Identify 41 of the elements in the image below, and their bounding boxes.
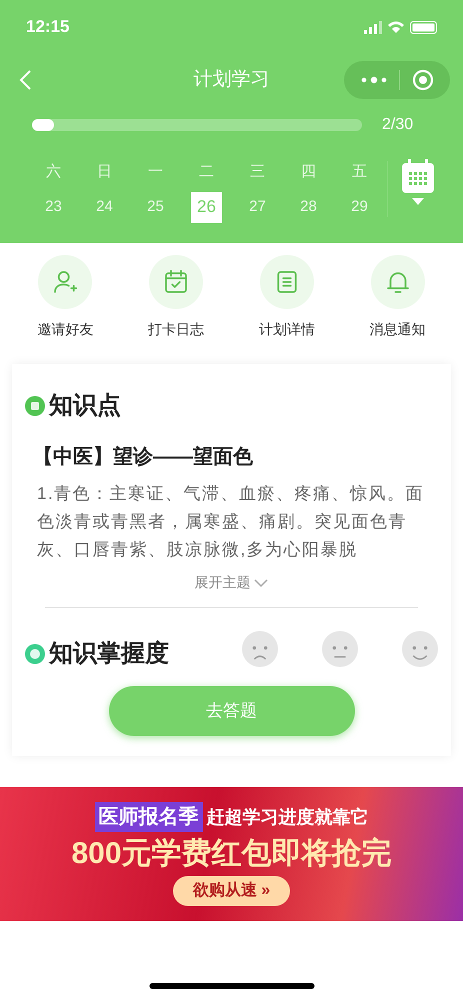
expand-link[interactable]: 展开主题 <box>194 572 268 593</box>
promo-banner[interactable]: 医师报名季 赶超学习进度就靠它 800元学费红包即将抢完 欲购从速 » <box>0 787 463 921</box>
calendar-icon[interactable] <box>400 158 436 206</box>
day-item[interactable]: 五 29 <box>334 161 385 222</box>
section-heading: 知识点 <box>49 391 121 421</box>
back-icon[interactable] <box>18 69 32 91</box>
day-item[interactable]: 二 26 <box>181 161 232 222</box>
action-label: 消息通知 <box>370 320 426 339</box>
action-label: 计划详情 <box>258 320 315 339</box>
quick-action[interactable]: 邀请好友 <box>20 255 110 340</box>
page-title: 计划学习 <box>194 68 270 92</box>
action-label: 打卡日志 <box>148 320 204 339</box>
capsule-menu[interactable] <box>344 61 450 99</box>
banner-headline: 800元学费红包即将抢完 <box>71 836 392 872</box>
more-icon[interactable] <box>361 76 387 84</box>
status-time: 12:15 <box>26 16 70 38</box>
battery-icon <box>410 20 437 34</box>
wifi-icon <box>388 21 404 33</box>
answer-button[interactable]: 去答题 <box>108 686 354 736</box>
signal-icon <box>364 20 382 34</box>
action-label: 邀请好友 <box>37 320 94 339</box>
banner-subtitle: 赶超学习进度就靠它 <box>206 806 368 828</box>
sad-face-icon[interactable] <box>242 631 278 667</box>
banner-button[interactable]: 欲购从速 » <box>172 876 290 906</box>
quick-action[interactable]: 计划详情 <box>242 255 332 340</box>
chevron-down-icon <box>252 578 268 588</box>
close-circle-icon[interactable] <box>412 69 434 91</box>
neutral-face-icon[interactable] <box>322 631 358 667</box>
day-item[interactable]: 三 27 <box>232 161 283 222</box>
quick-action[interactable]: 消息通知 <box>352 255 443 340</box>
day-item[interactable]: 一 25 <box>130 161 181 222</box>
topic-title: 【中医】望诊——望面色 <box>33 444 254 470</box>
day-item[interactable]: 四 28 <box>283 161 334 222</box>
quick-action[interactable]: 打卡日志 <box>131 255 222 340</box>
day-item[interactable]: 日 24 <box>79 161 130 222</box>
topic-text: 1.青色：主寒证、气滞、血瘀、疼痛、惊风。面色淡青或青黑者，属寒盛、痛剧。突见面色青灰、口唇青紫、肢凉脉微,多为心阳暴脱 <box>36 483 426 561</box>
progress-reading: 2/30 <box>382 115 414 135</box>
banner-highlight: 医师报名季 <box>94 802 202 832</box>
day-item[interactable]: 六 23 <box>28 161 79 222</box>
section-heading: 知识掌握度 <box>49 639 169 669</box>
happy-face-icon[interactable] <box>402 631 438 667</box>
